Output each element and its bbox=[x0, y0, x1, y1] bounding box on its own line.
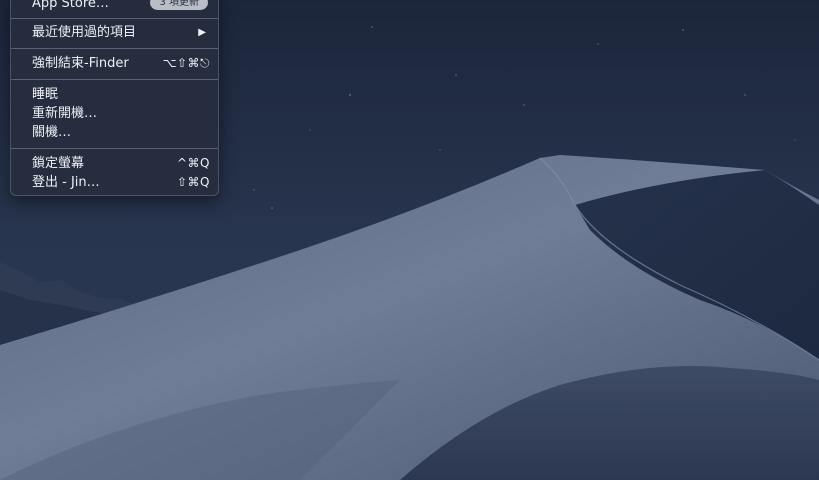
menu-item-label: 最近使用過的項目 bbox=[32, 25, 137, 40]
keyboard-shortcut: ⌥⇧⌘⎋ bbox=[162, 56, 210, 70]
menu-item-label: 關機… bbox=[32, 125, 72, 140]
menu-item-recent-items[interactable]: 最近使用過的項目 ▶ bbox=[11, 23, 218, 42]
updates-badge: 3 項更新 bbox=[150, 0, 208, 10]
keyboard-shortcut: ⇧⌘Q bbox=[177, 175, 210, 189]
menu-separator bbox=[11, 148, 218, 149]
menu-item-lock-screen[interactable]: 鎖定螢幕 ^⌘Q bbox=[11, 154, 218, 173]
menu-item-label: 重新開機… bbox=[32, 106, 98, 121]
menu-separator bbox=[11, 48, 218, 49]
menu-item-sleep[interactable]: 睡眠 bbox=[11, 85, 218, 104]
menu-item-label: 登出 - Jin… bbox=[32, 175, 100, 190]
menu-item-shutdown[interactable]: 關機… bbox=[11, 123, 218, 142]
submenu-arrow-icon: ▶ bbox=[198, 27, 206, 38]
apple-menu: App Store… 3 項更新 最近使用過的項目 ▶ 強制結束-Finder … bbox=[10, 0, 219, 196]
menu-item-app-store[interactable]: App Store… 3 項更新 bbox=[11, 0, 218, 13]
menu-item-label: 睡眠 bbox=[32, 87, 59, 102]
menu-separator bbox=[11, 79, 218, 80]
menu-item-log-out[interactable]: 登出 - Jin… ⇧⌘Q bbox=[11, 173, 218, 192]
menu-item-label: 鎖定螢幕 bbox=[32, 156, 85, 171]
keyboard-shortcut: ^⌘Q bbox=[177, 156, 210, 170]
menu-item-label: App Store… bbox=[32, 0, 109, 11]
menu-item-force-quit[interactable]: 強制結束-Finder ⌥⇧⌘⎋ bbox=[11, 54, 218, 73]
menu-separator bbox=[11, 18, 218, 19]
menu-item-restart[interactable]: 重新開機… bbox=[11, 104, 218, 123]
menu-item-label: 強制結束-Finder bbox=[32, 56, 129, 71]
